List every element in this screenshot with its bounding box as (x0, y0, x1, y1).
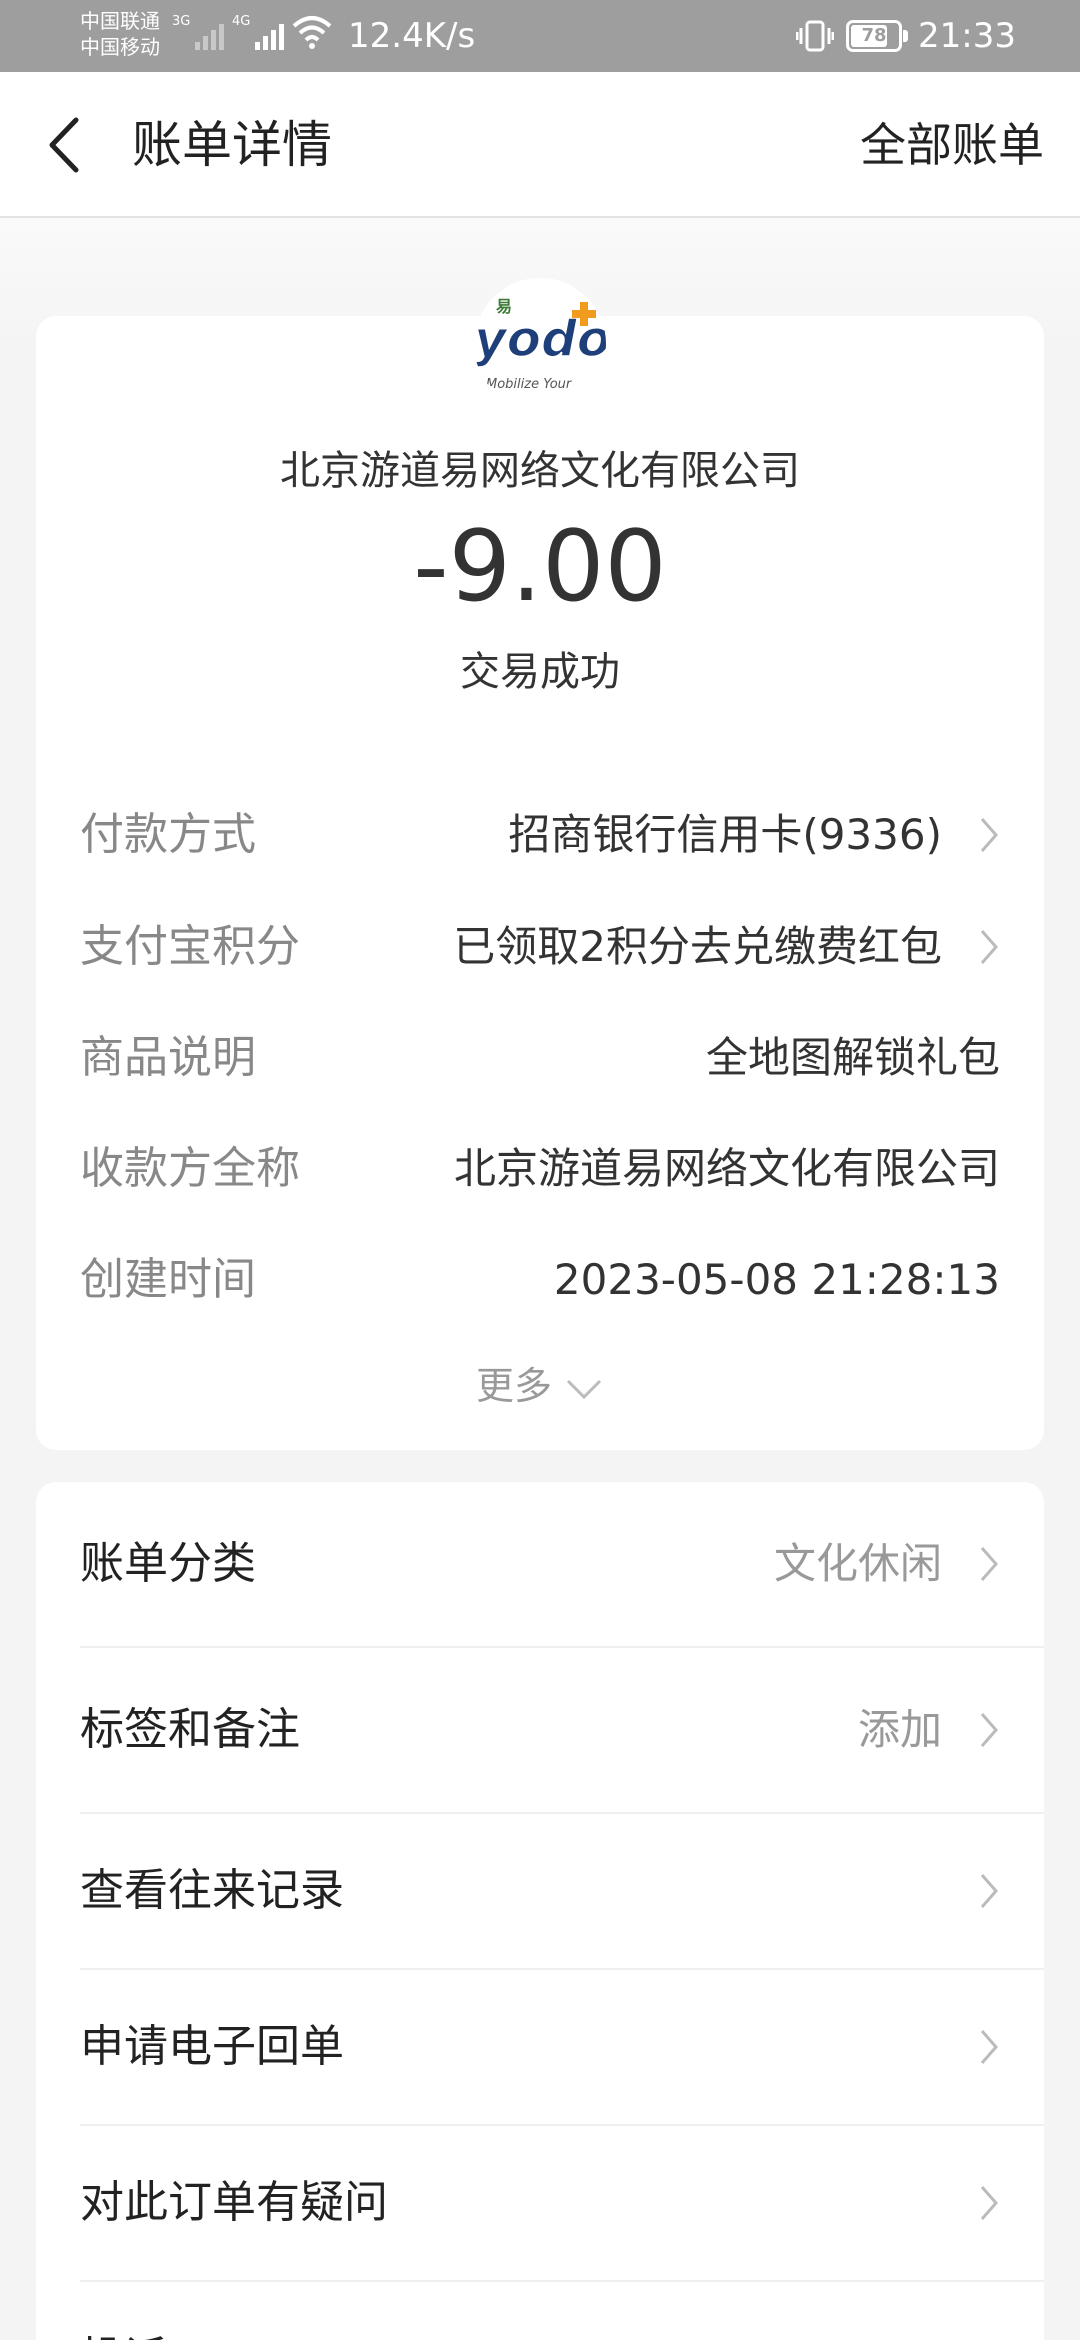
list-item-value: 文化休闲 (773, 1539, 942, 1588)
list-item-bill-category[interactable]: 账单分类 文化休闲 (36, 1482, 1044, 1646)
list-item-value: 添加 (857, 1705, 942, 1754)
chevron-right-icon (980, 1874, 998, 1908)
detail-row-created-time: 创建时间 2023-05-08 21:28:13 (0, 1245, 1080, 1315)
network-type-1: 3G (172, 14, 191, 29)
clock: 21:33 (918, 16, 1016, 56)
merchant-name: 北京游道易网络文化有限公司 (280, 448, 800, 494)
chevron-right-icon (980, 1713, 998, 1747)
detail-value: 全地图解锁礼包 (705, 1033, 1000, 1082)
list-item-tags-notes[interactable]: 标签和备注 添加 (36, 1648, 1044, 1812)
nav-header: 账单详情 全部账单 (0, 72, 1080, 218)
detail-value: 2023-05-08 21:28:13 (553, 1255, 1000, 1304)
list-item-transaction-history[interactable]: 查看往来记录 (36, 1814, 1044, 1968)
transaction-amount: -9.00 (413, 510, 667, 624)
chevron-right-icon (980, 2186, 998, 2220)
detail-row-payment-method[interactable]: 付款方式 招商银行信用卡(9336) (0, 800, 1080, 870)
list-item-label: 对此订单有疑问 (80, 2177, 388, 2228)
list-item-label: 查看往来记录 (80, 1865, 344, 1916)
detail-value: 招商银行信用卡(9336) (508, 810, 942, 859)
network-type-2: 4G (232, 14, 251, 29)
all-bills-link[interactable]: 全部账单 (860, 112, 1044, 178)
network-speed: 12.4K/s (348, 16, 476, 56)
logo-tagline: Mobilize Your (486, 377, 573, 392)
detail-label: 付款方式 (80, 809, 256, 860)
list-item-complaint[interactable]: 投诉 (36, 2282, 1044, 2340)
chevron-right-icon (980, 2030, 998, 2064)
vibrate-icon (796, 20, 834, 52)
status-bar: 中国联通 中国移动 3G 4G 12.4K/s 78 21:33 (0, 0, 1080, 72)
chevron-right-icon (980, 1547, 998, 1581)
battery-icon: 78 (846, 20, 908, 52)
carrier-2: 中国移动 (80, 35, 160, 59)
signal-1-icon: 3G (172, 14, 225, 50)
merchant-logo: 易 yodo Mobilize Your (474, 278, 606, 410)
list-item-label: 账单分类 (80, 1538, 256, 1589)
detail-label: 支付宝积分 (80, 921, 300, 972)
wifi-icon (292, 16, 332, 49)
battery-level: 78 (861, 25, 887, 46)
carrier-1: 中国联通 (80, 9, 160, 33)
detail-value: 已领取2积分去兑缴费红包 (453, 922, 942, 971)
page-title: 账单详情 (132, 116, 332, 174)
detail-label: 商品说明 (80, 1032, 256, 1083)
more-toggle[interactable]: 更多 (0, 1352, 1080, 1420)
detail-label: 创建时间 (80, 1254, 256, 1305)
detail-value: 北京游道易网络文化有限公司 (453, 1144, 1000, 1193)
detail-label: 收款方全称 (80, 1143, 300, 1194)
chevron-right-icon (980, 818, 998, 852)
merchant-logo-image: 易 yodo Mobilize Your (474, 278, 606, 410)
carrier-info: 中国联通 中国移动 (80, 8, 160, 60)
detail-row-alipay-points[interactable]: 支付宝积分 已领取2积分去兑缴费红包 (0, 912, 1080, 982)
signal-2-icon: 4G (232, 14, 285, 50)
list-item-label: 申请电子回单 (80, 2021, 344, 2072)
more-label: 更多 (475, 1364, 552, 1408)
chevron-down-icon (566, 1379, 602, 1399)
chevron-right-icon (980, 930, 998, 964)
list-item-e-receipt[interactable]: 申请电子回单 (36, 1970, 1044, 2124)
transaction-status: 交易成功 (460, 649, 620, 695)
detail-row-payee-name: 收款方全称 北京游道易网络文化有限公司 (0, 1134, 1080, 1204)
back-arrow-icon[interactable] (40, 114, 96, 176)
list-item-order-question[interactable]: 对此订单有疑问 (36, 2126, 1044, 2280)
detail-row-product-description: 商品说明 全地图解锁礼包 (0, 1023, 1080, 1093)
list-item-label: 投诉 (80, 2324, 168, 2340)
list-item-label: 标签和备注 (80, 1704, 300, 1755)
